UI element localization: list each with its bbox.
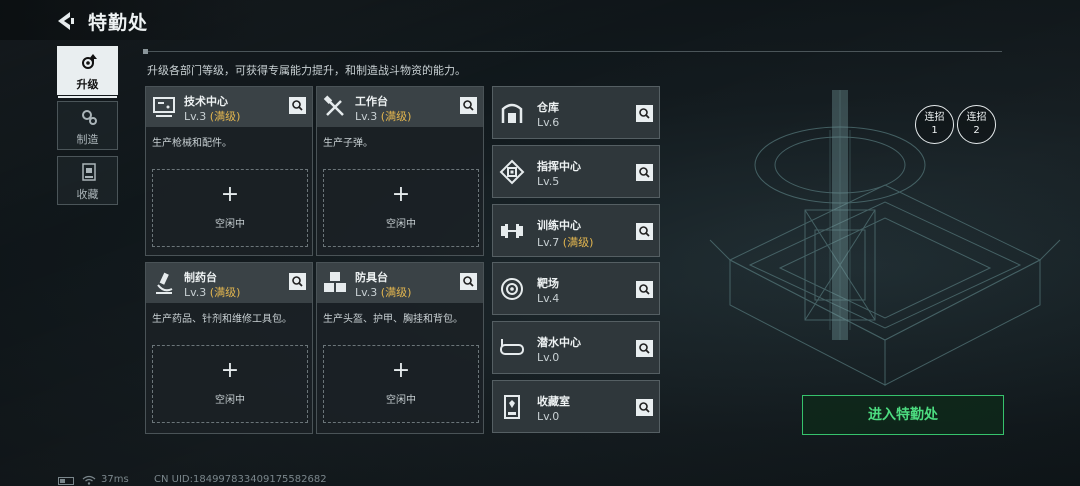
monitor-icon	[153, 97, 175, 117]
warehouse-icon	[501, 103, 523, 123]
facility-name: 指挥中心	[537, 160, 581, 173]
combo-button-1[interactable]: 连招 1	[915, 105, 954, 144]
search-icon[interactable]	[460, 273, 477, 290]
enter-special-ops-button[interactable]: 进入特勤处	[802, 395, 1004, 435]
workshop-name: 技术中心	[184, 95, 228, 108]
max-level-badge: (满级)	[380, 110, 412, 123]
ping-readout: 37ms	[101, 474, 129, 485]
tab-manufacture[interactable]: 制造	[57, 101, 118, 150]
workshop-card-workbench[interactable]: 工作台 Lv.3 (满级) 生产子弹。 + 空闲中	[316, 86, 484, 256]
gear-arrow-up-icon	[82, 54, 97, 69]
facility-name: 训练中心	[537, 219, 581, 232]
facility-level: Lv.5	[537, 175, 560, 188]
workshop-description: 生产子弹。	[323, 138, 373, 149]
tab-collection[interactable]: 收藏	[57, 156, 118, 205]
production-slot[interactable]: + 空闲中	[152, 169, 308, 247]
armor-cubes-icon	[324, 272, 346, 292]
tab-manufacture-label: 制造	[76, 133, 99, 146]
workshop-card-armor-bench[interactable]: 防具台 Lv.3 (满级) 生产头盔、护甲、胸挂和背包。 + 空闲中	[316, 262, 484, 434]
search-icon[interactable]	[460, 97, 477, 114]
max-level-badge: (满级)	[380, 286, 412, 299]
workshop-name: 工作台	[355, 95, 388, 108]
production-slot[interactable]: + 空闲中	[323, 345, 479, 423]
tab-upgrade[interactable]: 升级	[57, 46, 118, 98]
collection-case-icon	[82, 163, 96, 181]
plus-icon: +	[391, 182, 411, 207]
workshop-description: 生产枪械和配件。	[152, 138, 232, 149]
workshop-name: 防具台	[355, 271, 388, 284]
plus-icon: +	[220, 182, 240, 207]
production-slot[interactable]: + 空闲中	[152, 345, 308, 423]
workshop-card-tech-center[interactable]: 技术中心 Lv.3 (满级) 生产枪械和配件。 + 空闲中	[145, 86, 313, 256]
search-icon[interactable]	[636, 340, 653, 357]
production-slot[interactable]: + 空闲中	[323, 169, 479, 247]
plus-icon: +	[391, 358, 411, 383]
search-icon[interactable]	[636, 164, 653, 181]
slot-status: 空闲中	[215, 219, 245, 230]
facility-name: 靶场	[537, 277, 559, 290]
facility-name: 仓库	[537, 101, 559, 114]
workshop-name: 制药台	[184, 271, 217, 284]
facility-level: Lv.0	[537, 351, 560, 364]
facility-training-center[interactable]: 训练中心 Lv.7 (满级)	[492, 204, 660, 257]
tools-icon	[323, 95, 344, 116]
workshop-level: Lv.3 (满级)	[184, 286, 241, 299]
workshop-description: 生产头盔、护甲、胸挂和背包。	[323, 314, 463, 325]
facility-level: Lv.0	[537, 410, 560, 423]
tab-collection-label: 收藏	[76, 188, 99, 201]
facility-name: 潜水中心	[537, 336, 581, 349]
wifi-icon	[82, 475, 96, 485]
search-icon[interactable]	[636, 281, 653, 298]
back-icon[interactable]	[54, 10, 76, 32]
battery-icon	[58, 477, 74, 485]
tab-upgrade-label: 升级	[76, 78, 99, 91]
gears-icon	[82, 110, 97, 125]
facility-diving-center[interactable]: 潜水中心 Lv.0	[492, 321, 660, 374]
facility-level: Lv.4	[537, 292, 560, 305]
workshop-card-pharmacy[interactable]: 制药台 Lv.3 (满级) 生产药品、针剂和维修工具包。 + 空闲中	[145, 262, 313, 434]
workshop-description: 生产药品、针剂和维修工具包。	[152, 314, 292, 325]
plus-icon: +	[220, 358, 240, 383]
search-icon[interactable]	[636, 399, 653, 416]
divider	[143, 49, 1002, 54]
search-icon[interactable]	[636, 105, 653, 122]
facility-collection-room[interactable]: 收藏室 Lv.0	[492, 380, 660, 433]
max-level-badge: (满级)	[209, 110, 241, 123]
facility-shooting-range[interactable]: 靶场 Lv.4	[492, 262, 660, 315]
microscope-icon	[156, 272, 173, 294]
page-title: 特勤处	[88, 12, 149, 34]
workshop-level: Lv.3 (满级)	[355, 110, 412, 123]
slot-status: 空闲中	[215, 395, 245, 406]
facility-level: Lv.7 (满级)	[537, 236, 594, 249]
diving-mask-icon	[500, 339, 524, 355]
dumbbell-icon	[501, 224, 523, 238]
user-uid: CN UID:1849978334091755826​82	[154, 474, 327, 485]
workshop-level: Lv.3 (满级)	[184, 110, 241, 123]
workshop-level: Lv.3 (满级)	[355, 286, 412, 299]
max-level-badge: (满级)	[209, 286, 241, 299]
slot-status: 空闲中	[386, 395, 416, 406]
facility-warehouse[interactable]: 仓库 Lv.6	[492, 86, 660, 139]
facility-name: 收藏室	[537, 395, 570, 408]
display-case-icon	[504, 395, 520, 419]
command-chip-icon	[499, 159, 525, 185]
combo-button-2[interactable]: 连招 2	[957, 105, 996, 144]
facility-level: Lv.6	[537, 116, 560, 129]
target-icon	[501, 278, 523, 300]
section-description: 升级各部门等级，可获得专属能力提升，和制造战斗物资的能力。	[147, 64, 466, 77]
search-icon[interactable]	[289, 97, 306, 114]
facility-command-center[interactable]: 指挥中心 Lv.5	[492, 145, 660, 198]
max-level-badge: (满级)	[562, 236, 594, 249]
search-icon[interactable]	[289, 273, 306, 290]
slot-status: 空闲中	[386, 219, 416, 230]
search-icon[interactable]	[636, 223, 653, 240]
